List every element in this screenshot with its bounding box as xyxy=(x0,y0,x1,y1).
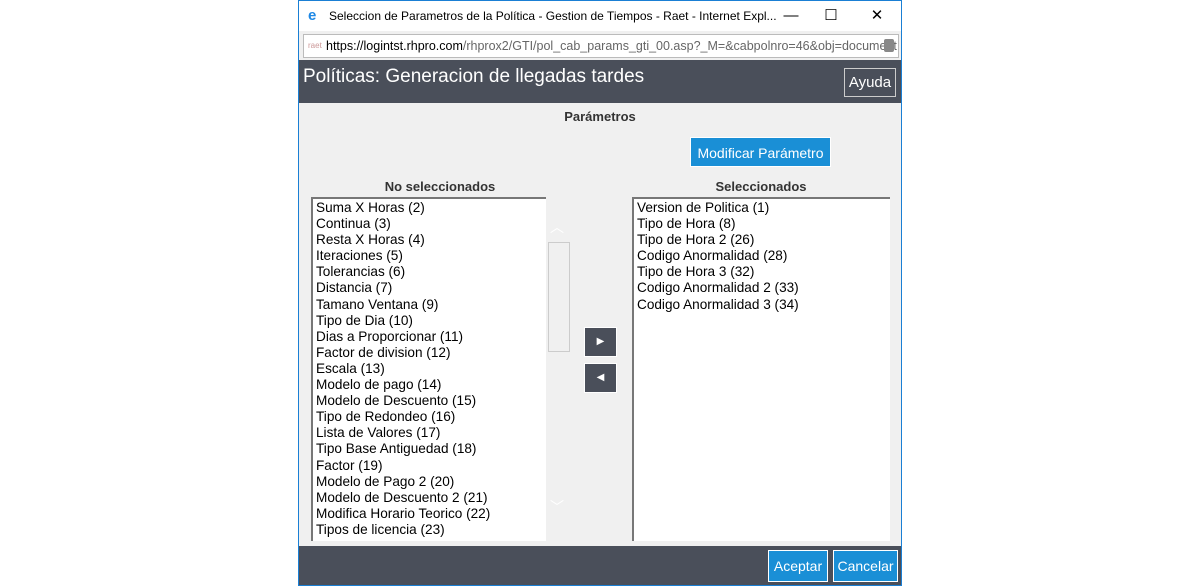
list-option[interactable]: Codigo Anormalidad (28) xyxy=(637,248,887,264)
title-bar: e Seleccion de Parametros de la Política… xyxy=(299,1,901,31)
scroll-up-icon[interactable]: ︿ xyxy=(549,217,565,237)
list-option[interactable]: Version de Politica (1) xyxy=(637,200,887,216)
scroll-down-icon[interactable]: ﹀ xyxy=(549,497,565,517)
url-text: https://logintst.rhpro.com/rhprox2/GTI/p… xyxy=(326,39,897,53)
page-title: Políticas: Generacion de llegadas tardes xyxy=(303,66,645,87)
list-option[interactable]: Tolerancias (6) xyxy=(316,264,543,280)
list-option[interactable]: Dias a Proporcionar (11) xyxy=(316,329,543,345)
window-title: Seleccion de Parametros de la Política -… xyxy=(329,9,777,23)
list-option[interactable]: Codigo Anormalidad 2 (33) xyxy=(637,280,887,296)
list-option[interactable]: Iteraciones (5) xyxy=(316,248,543,264)
move-right-button[interactable]: ▶ xyxy=(584,327,617,357)
list-option[interactable]: Modelo de Descuento (15) xyxy=(316,393,543,409)
site-favicon: raet xyxy=(308,41,322,50)
cancel-button[interactable]: Cancelar xyxy=(833,550,898,582)
move-left-button[interactable]: ◀ xyxy=(584,363,617,393)
list-option[interactable]: Modelo de Descuento 2 (21) xyxy=(316,490,543,506)
list-option[interactable]: Modelo de pago (14) xyxy=(316,377,543,393)
list-option[interactable]: Modifica Horario Teorico (22) xyxy=(316,506,543,522)
list-option[interactable]: Tipo de Hora (8) xyxy=(637,216,887,232)
footer-bar: Aceptar Cancelar xyxy=(299,546,901,585)
maximize-button[interactable]: ☐ xyxy=(817,5,845,27)
unselected-label: No seleccionados xyxy=(384,179,496,194)
close-button[interactable]: ✕ xyxy=(863,5,891,27)
list-option[interactable]: Tamano Ventana (9) xyxy=(316,297,543,313)
selected-label: Seleccionados xyxy=(715,179,807,194)
list-option[interactable]: Continua (3) xyxy=(316,216,543,232)
unselected-scrollbar[interactable]: ︿ ﹀ xyxy=(546,197,570,541)
list-option[interactable]: Tipo de Hora 3 (32) xyxy=(637,264,887,280)
list-option[interactable]: Tipo de Hora 2 (26) xyxy=(637,232,887,248)
lock-icon xyxy=(884,39,894,52)
list-option[interactable]: Tipo de Dia (10) xyxy=(316,313,543,329)
list-option[interactable]: Resta X Horas (4) xyxy=(316,232,543,248)
modify-parameter-button[interactable]: Modificar Parámetro xyxy=(690,137,831,167)
list-option[interactable]: Factor (19) xyxy=(316,458,543,474)
accept-button[interactable]: Aceptar xyxy=(768,550,828,582)
internet-explorer-icon: e xyxy=(308,7,317,24)
unselected-listbox[interactable]: Suma X Horas (2) Continua (3) Resta X Hora… xyxy=(311,197,546,541)
list-option[interactable]: Tipos de licencia (23) xyxy=(316,522,543,538)
minimize-button[interactable]: — xyxy=(777,5,805,27)
section-title: Parámetros xyxy=(564,109,636,124)
list-option[interactable]: Factor de division (12) xyxy=(316,345,543,361)
browser-window: e Seleccion de Parametros de la Política… xyxy=(298,0,902,586)
list-option[interactable]: Escala (13) xyxy=(316,361,543,377)
list-option[interactable]: Modelo de Pago 2 (20) xyxy=(316,474,543,490)
list-option[interactable]: Codigo Anormalidad 3 (34) xyxy=(637,297,887,313)
list-option[interactable]: Tipo Base Antiguedad (18) xyxy=(316,441,543,457)
list-option[interactable]: Suma X Horas (2) xyxy=(316,200,543,216)
scroll-thumb[interactable] xyxy=(548,242,570,352)
page-header: Políticas: Generacion de llegadas tardes… xyxy=(299,60,901,103)
address-bar[interactable]: raet https://logintst.rhpro.com/rhprox2/… xyxy=(303,34,899,58)
list-option[interactable]: Lista de Valores (17) xyxy=(316,425,543,441)
help-button[interactable]: Ayuda xyxy=(844,68,896,97)
list-option[interactable]: Distancia (7) xyxy=(316,280,543,296)
selected-listbox[interactable]: Version de Politica (1) Tipo de Hora (8) T… xyxy=(632,197,890,541)
list-option[interactable]: Tipo de Redondeo (16) xyxy=(316,409,543,425)
